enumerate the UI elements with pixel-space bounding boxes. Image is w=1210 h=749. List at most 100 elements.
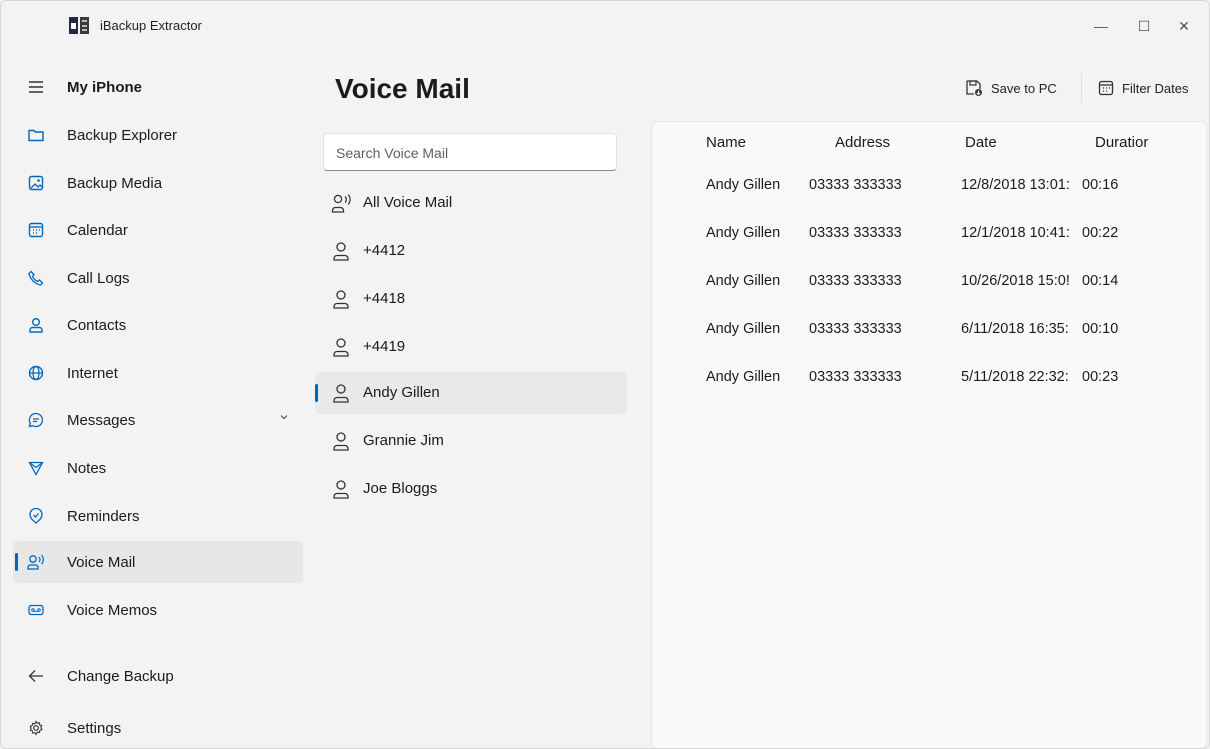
sidebar-item-label: Messages [67,411,136,429]
person-icon [333,480,349,499]
column-header-date[interactable]: Date [965,134,997,151]
voicemail-list-item[interactable]: +4418 [315,278,627,320]
chevron-down-icon[interactable] [279,412,289,422]
cell-date: 12/8/2018 13:01: [961,177,1070,193]
calendar-icon [27,221,45,239]
cell-address: 03333 333333 [809,321,902,337]
sidebar-item-label: Notes [67,459,107,477]
sidebar-item-calendar[interactable]: Calendar [13,209,303,251]
cell-name: Andy Gillen [706,369,781,385]
change-backup-button[interactable]: Change Backup [13,655,303,697]
sidebar-item-reminders[interactable]: Reminders [13,495,303,537]
table-row[interactable]: Andy Gillen 03333 333333 5/11/2018 22:32… [652,366,1206,406]
sidebar-item-contacts[interactable]: Contacts [13,304,303,346]
cell-address: 03333 333333 [809,225,902,241]
sidebar-item-label: Backup Media [67,174,163,192]
voicemail-list-item[interactable]: +4412 [315,230,627,272]
hamburger-icon[interactable] [27,78,45,96]
column-header-duration[interactable]: Duratior [1095,134,1148,151]
table-row[interactable]: Andy Gillen 03333 333333 6/11/2018 16:35… [652,318,1206,358]
voicemail-icon [27,553,45,571]
chat-icon [27,411,45,429]
voicemail-list-item[interactable]: Grannie Jim [315,420,627,462]
voicemail-list-label: All Voice Mail [363,194,453,211]
sidebar-item-notes[interactable]: Notes [13,447,303,489]
minimize-button[interactable]: — [1081,11,1121,41]
search-input[interactable]: Search Voice Mail [323,133,617,171]
sidebar-item-backup-explorer[interactable]: Backup Explorer [13,114,303,156]
toolbar-divider [1081,73,1082,103]
table-row[interactable]: Andy Gillen 03333 333333 12/1/2018 10:41… [652,222,1206,262]
cell-address: 03333 333333 [809,369,902,385]
sidebar-item-voice-memos[interactable]: Voice Memos [13,589,303,631]
voicemail-table: Name Address Date Duratior Andy Gillen 0… [651,121,1207,748]
person-icon [27,316,45,334]
selection-indicator [15,553,18,571]
column-header-address[interactable]: Address [835,134,890,151]
reminder-icon [27,507,45,525]
settings-label: Settings [67,719,122,737]
maximize-button[interactable]: ☐ [1124,11,1164,41]
globe-icon [27,364,45,382]
person-icon [333,242,349,261]
sidebar-item-call-logs[interactable]: Call Logs [13,257,303,299]
cell-name: Andy Gillen [706,321,781,337]
voicemail-list-item[interactable]: +4419 [315,326,627,368]
voicemail-list-label: Joe Bloggs [363,480,438,497]
calendar-filter-icon [1098,80,1114,96]
cell-duration: 00:23 [1082,369,1119,385]
voicemail-list-item-all[interactable]: All Voice Mail [315,182,627,224]
sidebar-item-backup-media[interactable]: Backup Media [13,162,303,204]
cell-name: Andy Gillen [706,177,781,193]
voicemail-list-label: Andy Gillen [363,384,440,401]
person-icon [333,338,349,357]
close-button[interactable]: ✕ [1164,11,1204,41]
app-title: iBackup Extractor [100,18,202,33]
voicemail-person-icon [331,194,351,213]
voicemail-list-label: Grannie Jim [363,432,444,449]
table-row[interactable]: Andy Gillen 03333 333333 12/8/2018 13:01… [652,174,1206,214]
page-title: Voice Mail [335,73,470,104]
column-header-name[interactable]: Name [706,134,746,151]
settings-button[interactable]: Settings [13,707,303,748]
cell-duration: 00:22 [1082,225,1119,241]
filter-dates-label: Filter Dates [1122,80,1189,96]
sidebar-item-label: Voice Mail [67,553,136,571]
table-row[interactable]: Andy Gillen 03333 333333 10/26/2018 15:0… [652,270,1206,310]
cell-date: 6/11/2018 16:35: [961,321,1069,337]
voicemail-list-item-selected[interactable]: Andy Gillen [315,372,627,414]
cell-address: 03333 333333 [809,273,902,289]
title-bar: iBackup Extractor — ☐ ✕ [1,1,1209,49]
voicemail-list-label: +4418 [363,290,406,307]
sidebar-item-voice-mail[interactable]: Voice Mail [13,541,303,583]
search-placeholder: Search Voice Mail [336,145,449,161]
cell-date: 10/26/2018 15:0! [961,273,1070,289]
save-to-pc-label: Save to PC [991,80,1057,96]
save-to-pc-button[interactable]: Save to PC [965,71,1057,105]
gear-icon [27,719,45,737]
sidebar-item-label: Backup Explorer [67,126,178,144]
device-name: My iPhone [67,78,143,96]
cell-address: 03333 333333 [809,177,902,193]
app-window: iBackup Extractor — ☐ ✕ My iPhone Backup… [0,0,1210,749]
voicemail-list-label: +4419 [363,338,406,355]
back-arrow-icon [27,667,45,685]
sidebar-item-label: Contacts [67,316,127,334]
maximize-icon: ☐ [1137,17,1151,34]
cell-duration: 00:16 [1082,177,1119,193]
cell-duration: 00:14 [1082,273,1119,289]
sidebar-item-messages[interactable]: Messages [13,399,303,441]
voicemail-list-item[interactable]: Joe Bloggs [315,468,627,510]
folder-icon [27,126,45,144]
person-icon [333,384,349,403]
voicemail-list-label: +4412 [363,242,406,259]
filter-dates-button[interactable]: Filter Dates [1098,71,1188,105]
voice-memo-icon [27,601,45,619]
sidebar-header-my-iphone[interactable]: My iPhone [13,66,303,108]
cell-duration: 00:10 [1082,321,1119,337]
app-logo-icon [69,17,89,34]
sidebar-item-internet[interactable]: Internet [13,352,303,394]
sidebar-item-label: Call Logs [67,269,130,287]
minimize-icon: — [1094,18,1108,34]
change-backup-label: Change Backup [67,667,174,685]
